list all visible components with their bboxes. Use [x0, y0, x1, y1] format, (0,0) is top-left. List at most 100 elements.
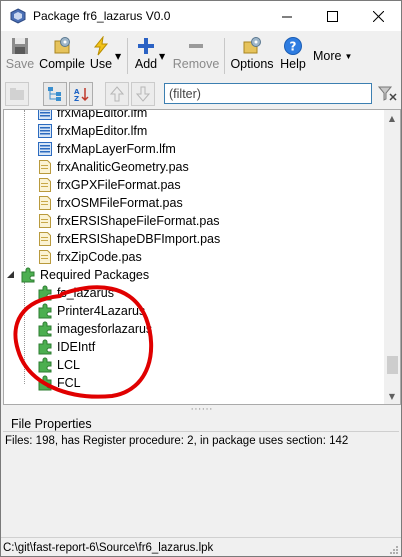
package-name: Printer4Lazarus — [57, 304, 146, 318]
file-name: frxAnaliticGeometry.pas — [57, 160, 189, 174]
move-down-button[interactable] — [131, 82, 155, 106]
package-app-icon — [10, 8, 26, 24]
tree-file-item[interactable]: frxMapEditor.lfm — [37, 109, 148, 122]
save-button[interactable]: Save — [5, 34, 35, 76]
arrow-down-icon — [136, 86, 150, 102]
form-file-icon — [38, 110, 52, 120]
tree-vertical-scrollbar[interactable]: ▲ ▼ — [384, 110, 400, 404]
file-properties-panel: File Properties Files: 198, has Register… — [3, 415, 399, 537]
required-package-item[interactable]: LCL — [37, 356, 80, 374]
maximize-button[interactable] — [310, 1, 355, 31]
arrow-up-icon — [110, 86, 124, 102]
directory-tree-button[interactable] — [43, 82, 67, 106]
svg-text:Z: Z — [74, 95, 79, 102]
tree-file-item[interactable]: frxZipCode.pas — [37, 248, 142, 266]
expand-arrow-icon — [7, 271, 14, 278]
add-button[interactable]: Add — [133, 34, 159, 76]
tree-file-item[interactable]: frxAnaliticGeometry.pas — [37, 158, 189, 176]
help-button[interactable]: ? Help — [279, 34, 307, 76]
toolbar: Save Compile Use ▼ Add ▼ Remove Options … — [1, 32, 401, 78]
package-name: FCL — [57, 376, 81, 390]
options-gear-box-icon — [243, 37, 261, 54]
pascal-unit-icon — [39, 250, 51, 264]
puzzle-piece-icon — [38, 375, 52, 391]
compile-gear-icon — [54, 37, 70, 54]
file-name: frxERSIShapeFileFormat.pas — [57, 214, 220, 228]
file-name: frxZipCode.pas — [57, 250, 142, 264]
help-label: Help — [280, 57, 306, 71]
package-name: fs_lazarus — [57, 286, 114, 300]
package-tree[interactable]: frxMapEditor.lfm frxMapEditor.lfm frxMap… — [3, 109, 401, 405]
file-properties-info: Files: 198, has Register procedure: 2, i… — [5, 435, 349, 447]
sort-alphabetically-button[interactable]: AZ — [69, 82, 93, 106]
more-dropdown-icon: ▼ — [344, 51, 353, 61]
remove-button[interactable]: Remove — [173, 34, 219, 76]
filter-bar: AZ — [1, 79, 401, 109]
package-window: Package fr6_lazarus V0.0 Save Compile Us… — [0, 0, 402, 557]
file-name: frxGPXFileFormat.pas — [57, 178, 181, 192]
scroll-thumb[interactable] — [387, 356, 398, 374]
tree-file-item[interactable]: frxOSMFileFormat.pas — [37, 194, 183, 212]
resize-grip-icon[interactable] — [389, 545, 399, 555]
file-name: frxOSMFileFormat.pas — [57, 196, 183, 210]
package-name: IDEIntf — [57, 340, 96, 354]
svg-text:?: ? — [290, 40, 297, 54]
file-name: frxMapEditor.lfm — [57, 109, 148, 120]
tree-file-item[interactable]: frxERSIShapeDBFImport.pas — [37, 230, 220, 248]
toolbar-separator — [224, 38, 225, 74]
pascal-unit-icon — [39, 196, 51, 210]
save-label: Save — [5, 57, 35, 71]
use-label: Use — [89, 57, 113, 71]
required-packages-label: Required Packages — [40, 268, 150, 282]
splitter-handle[interactable]: · · · · · · — [1, 405, 401, 415]
puzzle-piece-icon — [38, 321, 52, 337]
tree-guide-line — [24, 282, 25, 384]
required-package-item[interactable]: imagesforlazarus — [37, 320, 152, 338]
minimize-icon — [282, 16, 292, 17]
close-button[interactable] — [356, 1, 401, 31]
use-dropdown-icon[interactable]: ▼ — [115, 52, 121, 61]
tree-file-item[interactable]: frxMapEditor.lfm — [37, 122, 147, 140]
puzzle-piece-icon — [38, 357, 52, 373]
add-label: Add — [134, 57, 158, 71]
window-title: Package fr6_lazarus V0.0 — [33, 9, 171, 23]
options-button[interactable]: Options — [230, 34, 274, 76]
compile-button[interactable]: Compile — [39, 34, 85, 76]
tree-guide-line — [24, 110, 25, 266]
required-package-item[interactable]: Printer4Lazarus — [37, 302, 145, 320]
scroll-down-icon[interactable]: ▼ — [384, 388, 400, 404]
required-package-item[interactable]: FCL — [37, 374, 81, 392]
filter-input[interactable] — [164, 83, 372, 104]
close-icon — [373, 10, 384, 22]
use-button[interactable]: Use — [89, 34, 113, 76]
splitter-grip-icon: · · · · · · — [190, 405, 213, 415]
clear-filter-button[interactable] — [377, 83, 399, 105]
required-package-item[interactable]: fs_lazarus — [37, 284, 114, 302]
puzzle-piece-icon — [38, 285, 52, 301]
scroll-up-icon[interactable]: ▲ — [384, 110, 400, 126]
more-button[interactable]: More ▼ — [313, 34, 357, 78]
tree-file-item[interactable]: frxERSIShapeFileFormat.pas — [37, 212, 220, 230]
help-question-icon: ? — [284, 37, 302, 55]
add-dropdown-icon[interactable]: ▼ — [159, 52, 165, 61]
tree-file-item[interactable]: frxMapLayerForm.lfm — [37, 140, 176, 158]
toolbar-separator — [127, 38, 128, 74]
clear-filter-funnel-icon — [378, 86, 397, 101]
package-file-path: C:\git\fast-report-6\Source\fr6_lazarus.… — [3, 542, 214, 554]
open-file-button[interactable] — [5, 82, 29, 106]
maximize-icon — [327, 10, 338, 22]
compile-label: Compile — [39, 57, 85, 71]
open-folder-icon — [10, 88, 24, 100]
sort-az-icon: AZ — [74, 88, 89, 102]
move-up-button[interactable] — [105, 82, 129, 106]
tree-file-item[interactable]: frxGPXFileFormat.pas — [37, 176, 181, 194]
file-name: frxERSIShapeDBFImport.pas — [57, 232, 221, 246]
required-package-item[interactable]: IDEIntf — [37, 338, 95, 356]
form-file-icon — [38, 124, 52, 138]
file-properties-title: File Properties — [11, 417, 92, 431]
required-packages-node[interactable]: Required Packages — [6, 266, 149, 284]
form-file-icon — [38, 142, 52, 156]
minimize-button[interactable] — [265, 1, 310, 31]
puzzle-piece-icon — [21, 267, 35, 283]
remove-label: Remove — [172, 57, 220, 71]
